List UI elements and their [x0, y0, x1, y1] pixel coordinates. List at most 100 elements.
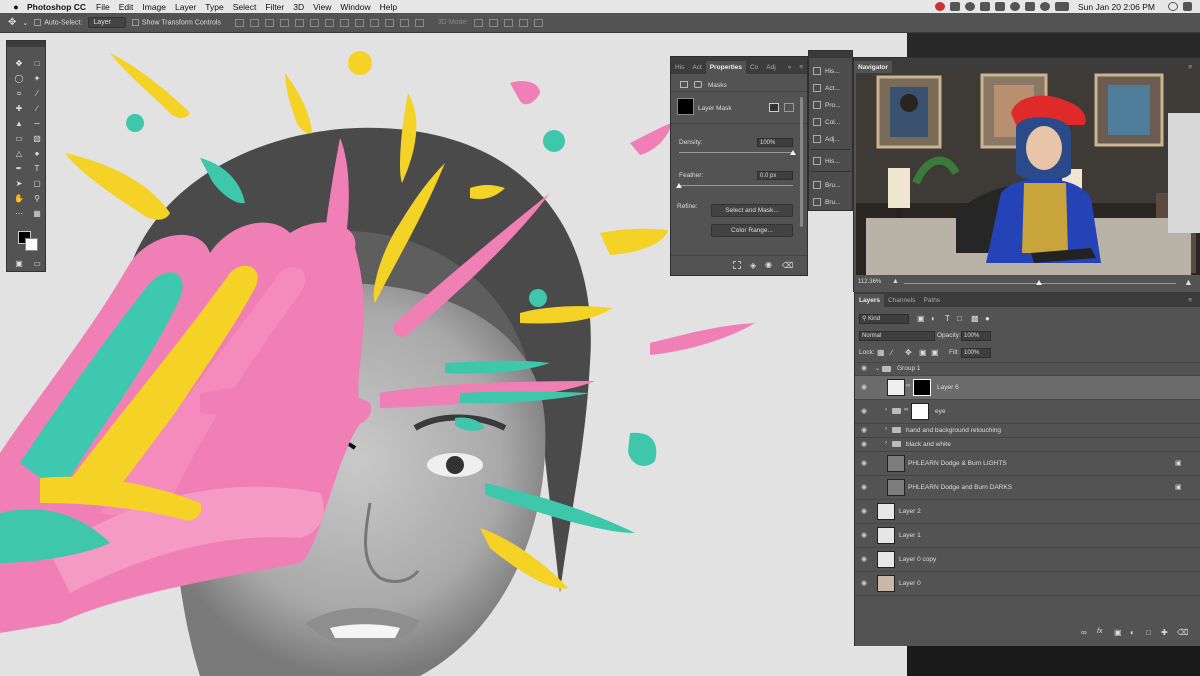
color-range-button[interactable]: Color Range...: [711, 224, 793, 237]
apple-icon[interactable]: ●: [11, 2, 21, 12]
lock-pixels-icon[interactable]: ∕: [891, 348, 892, 357]
new-adjustment-layer-icon[interactable]: ◐: [1130, 628, 1135, 637]
layer-row-eye[interactable]: ◉ › ∞ eye: [855, 400, 1200, 423]
3d-orbit-icon[interactable]: [474, 18, 484, 27]
layer-name[interactable]: Layer 2: [899, 508, 921, 515]
add-mask-icon[interactable]: ▣: [1114, 628, 1122, 637]
layers-menu-icon[interactable]: ≡: [1184, 294, 1196, 307]
navigator-preview[interactable]: [856, 73, 1200, 275]
lock-artboard-icon[interactable]: ▣: [919, 348, 927, 357]
move-tool-icon[interactable]: ✥: [8, 17, 16, 28]
path-selection-tool-icon[interactable]: ➤: [13, 179, 25, 189]
layer-name[interactable]: black and white: [906, 441, 951, 448]
layer-row-hand-and-background-retouching[interactable]: ◉ › hand and background retouching: [855, 424, 1200, 437]
visibility-eye-icon[interactable]: ◉: [861, 483, 867, 491]
menu-window[interactable]: Window: [340, 2, 370, 12]
visibility-eye-icon[interactable]: ◉: [861, 459, 867, 467]
visibility-eye-icon[interactable]: ◉: [861, 407, 867, 415]
layer-name[interactable]: eye: [935, 408, 945, 415]
layer-row-layer-0-copy[interactable]: ◉ Layer 0 copy: [855, 548, 1200, 571]
align-top-icon[interactable]: [234, 18, 244, 27]
spotlight-search-icon[interactable]: [1168, 2, 1178, 11]
filter-pixel-icon[interactable]: ▣: [917, 314, 925, 323]
distribute-bottom-icon[interactable]: [354, 18, 364, 27]
layer-row-group-1[interactable]: ◉ ⌄ Group 1: [855, 363, 1200, 375]
show-transform-checkbox[interactable]: Show Transform Controls: [131, 18, 221, 26]
delete-layer-trash-icon[interactable]: ⌫: [1177, 628, 1188, 637]
layer-row-layer-1[interactable]: ◉ Layer 1: [855, 524, 1200, 547]
zoom-field[interactable]: 112.36%: [858, 279, 881, 285]
distribute-top-icon[interactable]: [324, 18, 334, 27]
blur-tool-icon[interactable]: △: [13, 149, 25, 159]
visibility-eye-icon[interactable]: ◉: [861, 579, 867, 587]
mask-link-chain-icon[interactable]: ∞: [906, 383, 910, 389]
tab-paths[interactable]: Paths: [919, 294, 944, 307]
layer-name[interactable]: hand and background retouching: [906, 427, 1001, 434]
dodge-tool-icon[interactable]: ●: [31, 149, 43, 159]
menu-help[interactable]: Help: [380, 2, 397, 12]
layer-name[interactable]: Layer 0: [899, 580, 921, 587]
filter-adjustment-icon[interactable]: ◐: [931, 314, 936, 323]
lock-position-icon[interactable]: ✥: [905, 348, 912, 357]
density-slider-handle[interactable]: [790, 150, 796, 155]
feather-slider-track[interactable]: [679, 185, 793, 186]
3d-pan-icon[interactable]: [504, 18, 514, 27]
properties-scrollbar[interactable]: [800, 97, 803, 227]
dock-header[interactable]: [809, 51, 852, 58]
layer-name[interactable]: PHLEARN Dodge & Burn LIGHTS: [908, 460, 1007, 467]
actions-mini-panel[interactable]: Act...: [813, 84, 840, 92]
menu-file[interactable]: File: [96, 2, 110, 12]
3d-roll-icon[interactable]: [489, 18, 499, 27]
rectangle-tool-icon[interactable]: ▢: [31, 179, 43, 189]
layer-row-layer-2[interactable]: ◉ Layer 2: [855, 500, 1200, 523]
lock-transparent-icon[interactable]: ▦: [877, 348, 885, 357]
hand-tool-icon[interactable]: ✋: [13, 194, 25, 204]
pen-tool-icon[interactable]: ✒: [13, 164, 25, 174]
battery-icon[interactable]: [1054, 2, 1069, 11]
menu-view[interactable]: View: [313, 2, 331, 12]
visibility-eye-icon[interactable]: ◉: [861, 555, 867, 563]
align-right-icon[interactable]: [309, 18, 319, 27]
auto-align-icon[interactable]: [414, 18, 424, 27]
gradient-tool-icon[interactable]: ▧: [31, 134, 43, 144]
panel-menu-icon[interactable]: ≡: [795, 61, 807, 74]
brush-settings-mini-panel[interactable]: Bru...: [813, 198, 841, 206]
layer-style-fx-icon[interactable]: fx: [1097, 628, 1102, 635]
visibility-eye-icon[interactable]: ◉: [861, 440, 867, 448]
tab-history[interactable]: His: [671, 61, 688, 74]
menu-layer[interactable]: Layer: [175, 2, 196, 12]
filter-shape-icon[interactable]: □: [957, 314, 962, 323]
layer-name[interactable]: PHLEARN Dodge and Burn DARKS: [908, 484, 1012, 491]
brush-tool-icon[interactable]: ∕: [31, 104, 43, 114]
group-expand-chevron-icon[interactable]: ›: [885, 407, 887, 413]
menu-image[interactable]: Image: [142, 2, 166, 12]
tool-preset-chevron-icon[interactable]: ⌄: [22, 19, 28, 27]
tab-actions[interactable]: Act: [688, 61, 705, 74]
bluetooth-icon[interactable]: [1024, 2, 1035, 11]
menu-select[interactable]: Select: [233, 2, 257, 12]
clock[interactable]: Sun Jan 20 2:06 PM: [1078, 2, 1155, 12]
color-mini-panel[interactable]: Col...: [813, 118, 840, 126]
app-name-menu[interactable]: Photoshop CC: [27, 2, 86, 12]
layer-row-black-and-white[interactable]: ◉ › black and white: [855, 438, 1200, 451]
layer-name[interactable]: Layer 6: [937, 384, 959, 391]
type-tool-icon[interactable]: T: [31, 164, 43, 174]
menu-filter[interactable]: Filter: [265, 2, 284, 12]
feather-field[interactable]: 0.0 px: [757, 171, 793, 180]
default-colors-icon[interactable]: ▦: [31, 209, 43, 219]
opacity-field[interactable]: 100%: [961, 331, 991, 341]
edit-toolbar-icon[interactable]: ⋯: [13, 209, 25, 219]
history-brush-tool-icon[interactable]: ∽: [31, 119, 43, 129]
menu-3d[interactable]: 3D: [293, 2, 304, 12]
background-color-swatch[interactable]: [25, 238, 38, 251]
apply-vector-mask-icon[interactable]: [784, 103, 794, 112]
marquee-tool-icon[interactable]: □: [31, 59, 43, 69]
visibility-eye-icon[interactable]: ◉: [861, 426, 867, 434]
blend-mode-dropdown[interactable]: Normal: [859, 331, 935, 341]
magic-wand-tool-icon[interactable]: ✦: [31, 74, 43, 84]
history-mini-panel[interactable]: His...: [813, 67, 840, 75]
layer-row-layer-0[interactable]: ◉ Layer 0: [855, 572, 1200, 595]
group-expand-chevron-icon[interactable]: ⌄: [875, 365, 880, 372]
auto-select-dropdown[interactable]: Layer: [88, 17, 126, 28]
menu-type[interactable]: Type: [205, 2, 223, 12]
